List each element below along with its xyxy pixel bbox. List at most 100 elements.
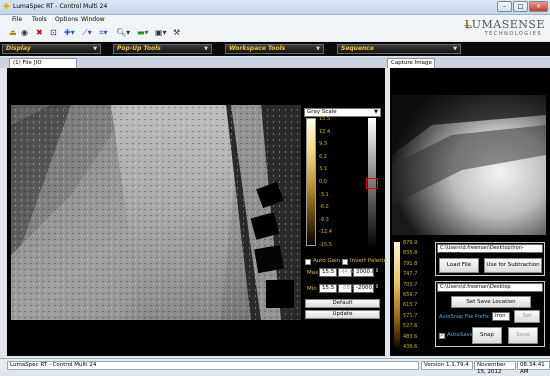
capture-scale-tick: 527.6 <box>403 323 418 330</box>
color-scale-bar <box>306 118 316 246</box>
load-file-group: C:\Users\d.freeman\Desktop\Iron-0048.LTI… <box>435 242 545 276</box>
zoom-icon[interactable]: 🔍︎▾ <box>116 27 130 39</box>
region-icon[interactable]: ⊡ <box>50 27 57 39</box>
palette-tick: -12.4 <box>319 229 332 236</box>
min-current-value: -88.5 <box>338 284 355 293</box>
capture-scale-tick: 703.7 <box>403 281 418 288</box>
load-file-path[interactable]: C:\Users\d.freeman\Desktop\Iron-0048.LTI <box>437 244 543 258</box>
sequence-dropdown[interactable]: Sequence ▼ <box>337 44 461 54</box>
camera-icon[interactable]: ◉ <box>21 27 28 39</box>
palette-selected: Gray Scale <box>307 109 337 115</box>
auto-gain-checkbox[interactable] <box>305 259 311 265</box>
menu-window[interactable]: Window <box>81 16 105 23</box>
min-limit-input[interactable]: -2000.0 <box>353 284 377 293</box>
palette-tick: 9.3 <box>319 141 327 148</box>
dropdown-bar: Display ▼ Pop-Up Tools ▼ Workspace Tools ▼ … <box>0 42 550 56</box>
record-stop-icon[interactable]: ✖ <box>36 27 43 39</box>
palette-tick: -6.2 <box>319 204 329 211</box>
workspace-tools-dropdown-label: Workspace Tools <box>229 45 286 52</box>
menu-options[interactable]: Options <box>55 16 78 23</box>
max-value-input[interactable]: 15.5 <box>319 268 337 277</box>
capture-scale-tick: 791.8 <box>403 260 418 267</box>
autosnap-prefix-label: AutoSnap File Prefix: <box>439 314 491 320</box>
maximize-button[interactable]: □ <box>513 1 528 12</box>
capture-scale-tick: 615.7 <box>403 302 418 309</box>
max-limit-input[interactable]: 2000.0 <box>353 268 375 277</box>
menu-file[interactable]: File <box>12 16 22 23</box>
autosnap-prefix-input[interactable]: Iron <box>492 312 510 321</box>
display-icon[interactable]: ▣▾ <box>155 27 167 39</box>
capture-image-drawing <box>392 95 546 235</box>
save-location-path[interactable]: C:\Users\d.freeman\Desktop <box>437 283 543 292</box>
capture-scale-tick: 483.6 <box>403 333 418 340</box>
max-spin-icon[interactable]: ⇕ <box>375 268 379 274</box>
palette-tick: -3.1 <box>319 191 329 198</box>
capture-scale-tick: 659.7 <box>403 292 418 298</box>
logo-text: LUMASENSE <box>464 18 545 31</box>
popup-tools-dropdown-label: Pop-Up Tools <box>117 45 161 52</box>
palette-tick: 0.0 <box>319 179 327 185</box>
chevron-down-icon: ▼ <box>93 46 97 52</box>
chevron-down-icon: ▼ <box>316 46 320 52</box>
app-plus-icon: ✚ <box>3 2 10 11</box>
autosave-checkbox[interactable]: ✓ <box>439 333 445 339</box>
crosshair-tool-icon[interactable]: ✚▾ <box>64 27 75 39</box>
open-icon[interactable]: ⏏ <box>9 27 17 39</box>
capture-scale-tick: 439.6 <box>403 344 418 350</box>
status-app-name: LumaSpec RT - Control Multi 24 <box>7 361 419 370</box>
default-button[interactable]: Default <box>305 299 380 308</box>
set-save-location-button[interactable]: Set Save Location <box>451 296 531 308</box>
display-dropdown-label: Display <box>6 45 31 52</box>
load-file-button[interactable]: Load File <box>439 258 479 273</box>
tab-file[interactable]: (1) File [IO Installed_1.tiv] <box>9 58 77 74</box>
palette-tick: -9.3 <box>319 216 329 223</box>
logo-subtext: TECHNOLOGIES <box>484 31 542 37</box>
save-group: C:\Users\d.freeman\Desktop Set Save Loca… <box>435 281 545 347</box>
status-date: November 15, 2012 <box>474 361 516 375</box>
minimize-button[interactable]: – <box>497 1 512 12</box>
min-spin-icon[interactable]: ⇕ <box>375 284 379 290</box>
menu-tools[interactable]: Tools <box>32 16 47 23</box>
capture-tab-label: Capture Image <box>391 60 432 66</box>
company-logo: + LUMASENSE TECHNOLOGIES <box>455 18 550 42</box>
capture-scale-tick: 835.8 <box>403 250 418 257</box>
autosave-label: AutoSave <box>447 332 474 338</box>
save-button[interactable]: Save <box>508 327 538 344</box>
popup-tools-dropdown[interactable]: Pop-Up Tools ▼ <box>113 44 212 54</box>
tab-row: (1) File [IO Installed_1.tiv] Capture Im… <box>0 57 550 74</box>
tab-capture-image[interactable]: Capture Image <box>387 58 435 68</box>
sequence-dropdown-label: Sequence <box>341 45 374 52</box>
snap-button[interactable]: Snap <box>472 327 502 344</box>
workspace-tools-dropdown[interactable]: Workspace Tools ▼ <box>225 44 324 54</box>
invert-palette-label: Invert Palette <box>350 258 387 264</box>
palette-icon[interactable]: ▬▾ <box>137 27 149 39</box>
thermal-image-drawing <box>11 105 301 320</box>
display-dropdown[interactable]: Display ▼ <box>2 44 101 54</box>
title-bar: ✚ LumaSpec RT - Control Multi 24 – □ ✕ <box>0 0 550 15</box>
settings-tool-icon[interactable]: ⚒ <box>173 27 180 39</box>
use-for-subtraction-button[interactable]: Use for Subtraction <box>484 258 542 273</box>
area-tool-icon[interactable]: ⌗▾ <box>99 27 108 39</box>
capture-scale-bar <box>394 242 400 348</box>
max-label: Max <box>307 270 319 276</box>
gain-slider-handle[interactable] <box>366 178 378 189</box>
palette-select[interactable]: Gray Scale ▼ <box>304 108 381 117</box>
min-label: Min <box>307 286 317 292</box>
min-value-input[interactable]: 15.5 <box>319 284 337 293</box>
checkmark-icon: ✓ <box>440 333 445 339</box>
max-current-value: 44.6 <box>338 268 353 277</box>
capture-scale-tick: 571.7 <box>403 312 418 319</box>
update-button[interactable]: Update <box>305 310 380 319</box>
thermal-image[interactable] <box>11 105 301 320</box>
window-title: LumaSpec RT - Control Multi 24 <box>13 3 108 10</box>
line-tool-icon[interactable]: ⟋▾ <box>82 27 92 39</box>
chevron-down-icon: ▼ <box>204 46 208 52</box>
status-version: Version 1.1.79.4 <box>421 361 473 370</box>
capture-scale-tick: 747.7 <box>403 271 418 278</box>
close-button[interactable]: ✕ <box>529 1 548 12</box>
palette-tick: 6.2 <box>319 153 327 160</box>
invert-palette-checkbox[interactable] <box>342 259 348 265</box>
status-bar: LumaSpec RT - Control Multi 24 Version 1… <box>0 358 550 375</box>
palette-tick: 3.1 <box>319 166 327 173</box>
set-prefix-button[interactable]: Set <box>514 310 540 323</box>
